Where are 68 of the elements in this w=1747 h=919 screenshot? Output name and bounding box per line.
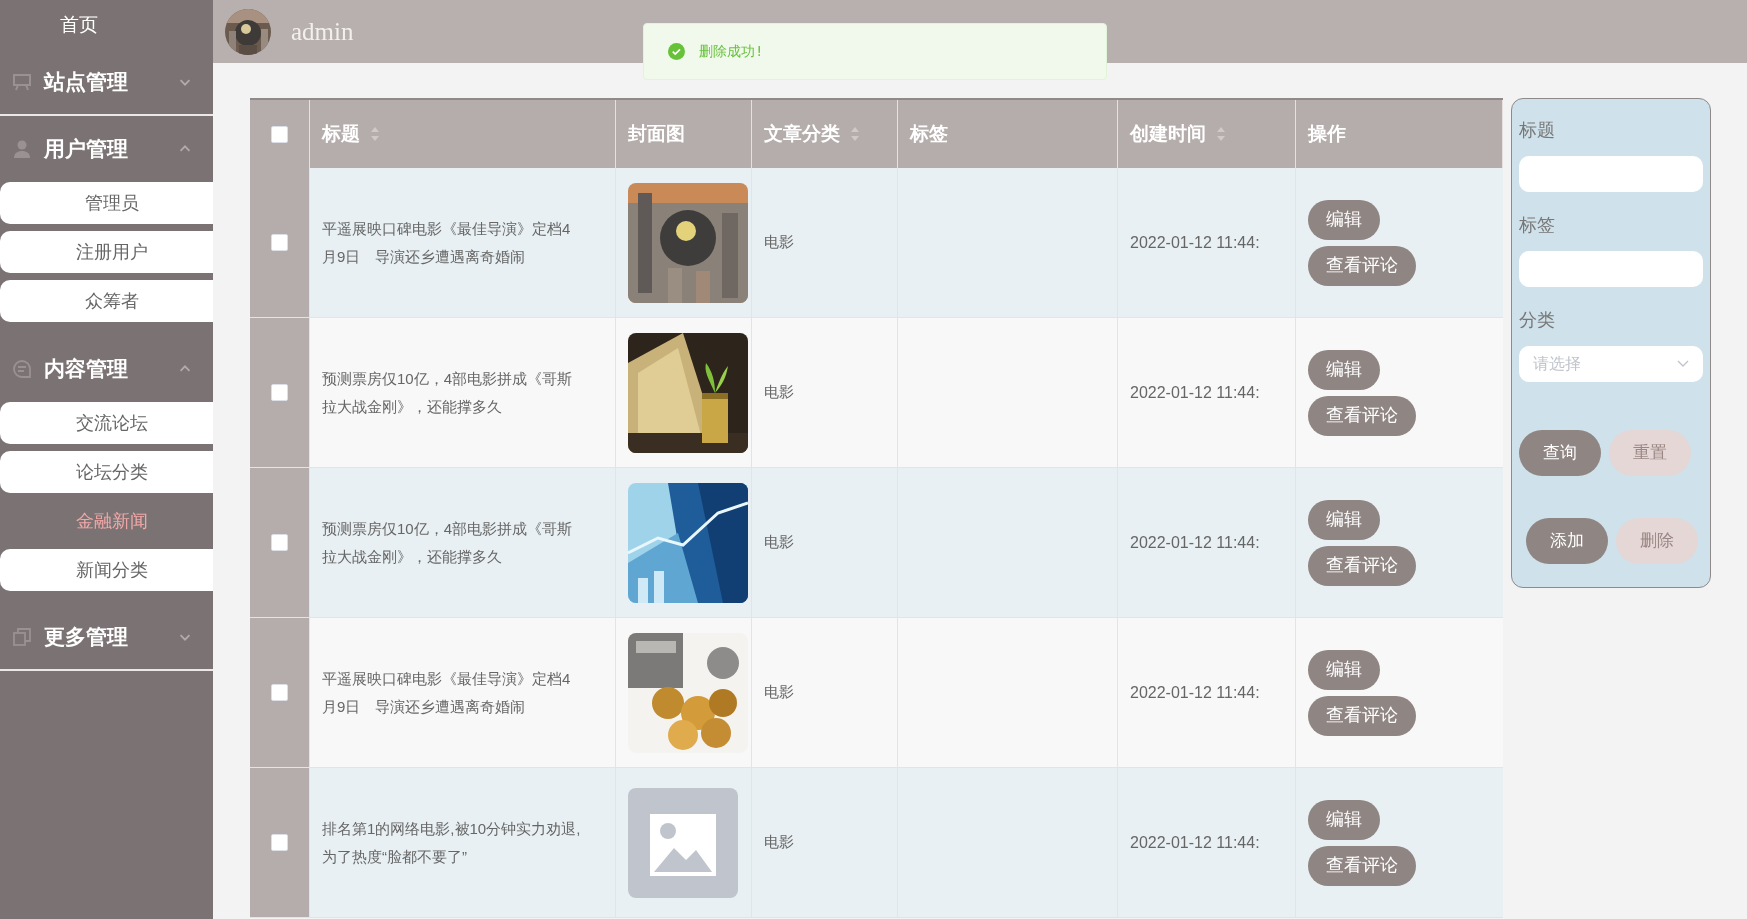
column-header: 创建时间: [1130, 121, 1206, 146]
menu-group-header[interactable]: 用户管理: [0, 116, 213, 182]
edit-button[interactable]: 编辑: [1308, 799, 1380, 840]
table-cell-text: 排名第1的网络电影,被10分钟实力劝退,为了热度“脸都不要了”: [322, 818, 582, 867]
table-cell-text: 预测票房仅10亿，4部电影拼成《哥斯拉大战金刚》，还能撑多久: [322, 518, 574, 567]
submenu-item[interactable]: 金融新闻: [0, 500, 213, 542]
submenu-item[interactable]: 新闻分类: [0, 549, 213, 591]
edit-button[interactable]: 编辑: [1308, 349, 1380, 390]
edit-button[interactable]: 编辑: [1308, 199, 1380, 240]
action-button[interactable]: 添加: [1526, 518, 1608, 564]
toast-text: 删除成功!: [699, 42, 764, 61]
input-field[interactable]: [1519, 156, 1703, 192]
chevron-icon: [1677, 360, 1689, 368]
edit-button[interactable]: 编辑: [1308, 649, 1380, 690]
action-button[interactable]: 查询: [1519, 430, 1601, 476]
submenu-item[interactable]: 交流论坛: [0, 402, 213, 444]
table-cell-text: 2022-01-12 11:44:: [1130, 682, 1260, 703]
input-field[interactable]: [1519, 251, 1703, 287]
view-comments-button[interactable]: 查看评论: [1308, 545, 1416, 586]
sort-icon[interactable]: [1216, 126, 1226, 142]
checkbox[interactable]: [271, 234, 288, 251]
success-icon: [668, 43, 685, 60]
username: admin: [291, 16, 354, 47]
copy-icon: [12, 627, 32, 647]
field-label: 标题: [1519, 119, 1556, 142]
view-comments-button[interactable]: 查看评论: [1308, 845, 1416, 886]
table-cell-text: 平遥展映口碑电影《最佳导演》定档4月9日 导演还乡遭遇离奇婚闹: [322, 218, 572, 267]
table-cell-text: 电影: [764, 382, 794, 403]
field-label: 分类: [1519, 309, 1556, 332]
sort-icon[interactable]: [850, 126, 860, 142]
secondary-button[interactable]: 删除: [1616, 518, 1698, 564]
table-cell-text: 2022-01-12 11:44:: [1130, 382, 1260, 403]
table-cell-text: 电影: [764, 682, 794, 703]
column-header: 封面图: [628, 121, 685, 146]
checkbox[interactable]: [271, 384, 288, 401]
column-header: 操作: [1308, 121, 1346, 146]
submenu-item[interactable]: 管理员: [0, 182, 213, 224]
column-header: 标签: [910, 121, 948, 146]
field-label: 标签: [1519, 214, 1556, 237]
edit-button[interactable]: 编辑: [1308, 499, 1380, 540]
submenu-item[interactable]: 众筹者: [0, 280, 213, 322]
checkbox[interactable]: [271, 684, 288, 701]
view-comments-button[interactable]: 查看评论: [1308, 245, 1416, 286]
easel-icon: [12, 72, 32, 92]
table-cell-text: 预测票房仅10亿，4部电影拼成《哥斯拉大战金刚》，还能撑多久: [322, 368, 574, 417]
column-header: 标题: [322, 121, 360, 146]
submenu-item[interactable]: 注册用户: [0, 231, 213, 273]
table-cell-text: 电影: [764, 532, 794, 553]
view-comments-button[interactable]: 查看评论: [1308, 395, 1416, 436]
secondary-button[interactable]: 重置: [1609, 430, 1691, 476]
sort-icon[interactable]: [370, 126, 380, 142]
table-cell-text: 电影: [764, 832, 794, 853]
user-icon: [12, 139, 32, 159]
checkbox[interactable]: [271, 125, 288, 143]
submenu-item[interactable]: 论坛分类: [0, 451, 213, 493]
checkbox[interactable]: [271, 534, 288, 551]
table-cell-text: 电影: [764, 232, 794, 253]
menu-group-header[interactable]: 内容管理: [0, 336, 213, 402]
table-cell-text: 2022-01-12 11:44:: [1130, 232, 1260, 253]
chat-icon: [12, 359, 32, 379]
table-cell-text: 平遥展映口碑电影《最佳导演》定档4月9日 导演还乡遭遇离奇婚闹: [322, 668, 572, 717]
table-cell-text: 2022-01-12 11:44:: [1130, 532, 1260, 553]
column-header: 文章分类: [764, 121, 840, 146]
home-link[interactable]: 首页: [0, 0, 213, 50]
view-comments-button[interactable]: 查看评论: [1308, 695, 1416, 736]
checkbox[interactable]: [271, 834, 288, 851]
image-placeholder-icon: [628, 787, 738, 898]
table-cell-text: 2022-01-12 11:44:: [1130, 832, 1260, 853]
